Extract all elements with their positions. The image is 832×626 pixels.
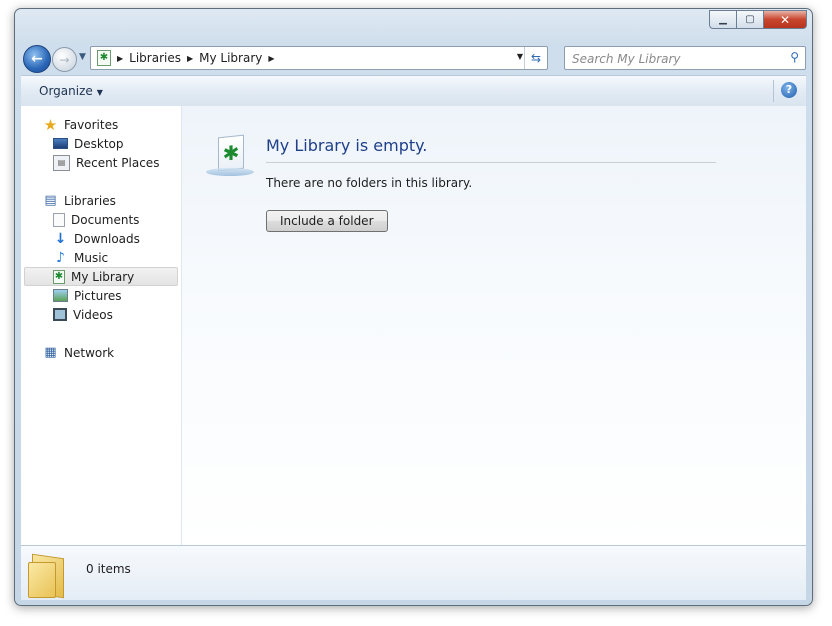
sidebar-item-label: Downloads [74,231,140,246]
folder-icon [28,552,64,599]
documents-icon [53,212,65,227]
sidebar-item-label: Recent Places [76,155,160,170]
sidebar-item-label: My Library [71,269,135,284]
address-bar[interactable]: ✱ ▶ Libraries ▶ My Library ▶ ▼ ⇆ [90,46,548,70]
sidebar-item-music[interactable]: ♪ Music [21,248,181,267]
sidebar-item-network[interactable]: ▦ Network [21,343,181,362]
sidebar-item-my-library[interactable]: ✱ My Library [24,267,178,286]
search-box[interactable]: ⚲ [564,46,806,70]
sidebar-item-downloads[interactable]: ↓ Downloads [21,229,181,248]
empty-library-message: There are no folders in this library. [266,176,473,190]
library-shelf-icon [206,168,254,176]
chevron-down-icon: ▼ [96,88,103,97]
downloads-icon: ↓ [54,230,67,247]
network-group: ▦ Network [21,343,181,362]
organize-menu-button[interactable]: Organize ▼ [39,84,103,98]
content-area: ★ Favorites Desktop ▤ Recent Places ▤ Li… [21,106,806,545]
sidebar-item-desktop[interactable]: Desktop [21,134,181,153]
sidebar-item-documents[interactable]: Documents [21,210,181,229]
breadcrumb-arrow-icon[interactable]: ▶ [268,54,274,63]
sidebar-item-label: Libraries [64,193,116,208]
library-page-icon: ✱ [218,134,244,172]
organize-label: Organize [39,84,93,98]
navigation-pane[interactable]: ★ Favorites Desktop ▤ Recent Places ▤ Li… [21,106,182,545]
star-icon: ★ [43,115,58,134]
refresh-icon: ⇆ [530,51,542,65]
caption-buttons: ▁ ▢ ✕ [709,10,807,29]
desktop-icon [53,138,68,149]
breadcrumb-my-library[interactable]: My Library [199,51,262,65]
search-icon[interactable]: ⚲ [790,50,799,64]
minimize-button[interactable]: ▁ [709,10,737,29]
music-icon: ♪ [56,249,65,266]
navigation-bar: ← → ▼ ✱ ▶ Libraries ▶ My Library ▶ ▼ ⇆ ⚲ [23,45,806,73]
file-list-pane[interactable]: ✱ My Library is empty. There are no fold… [182,106,806,545]
empty-library-icon: ✱ [206,134,256,182]
pictures-icon [53,289,68,302]
empty-library-title: My Library is empty. [266,136,428,155]
recent-places-icon: ▤ [53,154,70,171]
videos-icon [53,308,67,321]
library-icon: ✱ [53,269,65,284]
sidebar-item-label: Documents [71,212,140,227]
refresh-button[interactable]: ⇆ [524,47,547,69]
forward-button[interactable]: → [52,47,77,72]
recent-pages-dropdown[interactable]: ▼ [79,52,86,62]
sidebar-item-label: Desktop [74,136,124,151]
sidebar-item-label: Favorites [64,117,119,132]
address-history-dropdown[interactable]: ▼ [517,52,523,61]
sidebar-item-label: Music [74,250,109,265]
back-arrow-icon: ← [31,51,43,67]
item-count: 0 items [86,562,131,576]
breadcrumb-libraries[interactable]: Libraries [129,51,181,65]
details-pane: 0 items [21,545,806,600]
explorer-window: ▁ ▢ ✕ ← → ▼ ✱ ▶ Libraries ▶ My Library ▶… [14,8,813,606]
back-button[interactable]: ← [23,45,51,73]
network-icon: ▦ [44,345,57,360]
maximize-button[interactable]: ▢ [737,10,764,29]
breadcrumb-arrow-icon[interactable]: ▶ [117,54,123,63]
toolbar-separator [773,80,774,102]
title-divider [266,162,716,163]
libraries-icon: ▤ [44,193,57,208]
breadcrumb-arrow-icon[interactable]: ▶ [187,54,193,63]
sidebar-item-pictures[interactable]: Pictures [21,286,181,305]
search-input[interactable] [570,49,774,69]
include-folder-button[interactable]: Include a folder [266,210,388,232]
sidebar-item-recent-places[interactable]: ▤ Recent Places [21,153,181,172]
sidebar-item-videos[interactable]: Videos [21,305,181,324]
sidebar-item-libraries[interactable]: ▤ Libraries [21,191,181,210]
close-button[interactable]: ✕ [764,10,807,29]
help-icon: ? [785,83,793,96]
library-icon: ✱ [97,50,111,66]
forward-arrow-icon: → [59,52,70,67]
command-bar: Organize ▼ ? [21,75,806,107]
sidebar-item-label: Network [64,345,115,360]
sidebar-item-favorites[interactable]: ★ Favorites [21,115,181,134]
help-button[interactable]: ? [781,82,797,98]
favorites-group: ★ Favorites Desktop ▤ Recent Places [21,115,181,172]
sidebar-item-label: Videos [73,307,113,322]
libraries-group: ▤ Libraries Documents ↓ Downloads ♪ Musi… [21,191,181,324]
sidebar-item-label: Pictures [74,288,122,303]
